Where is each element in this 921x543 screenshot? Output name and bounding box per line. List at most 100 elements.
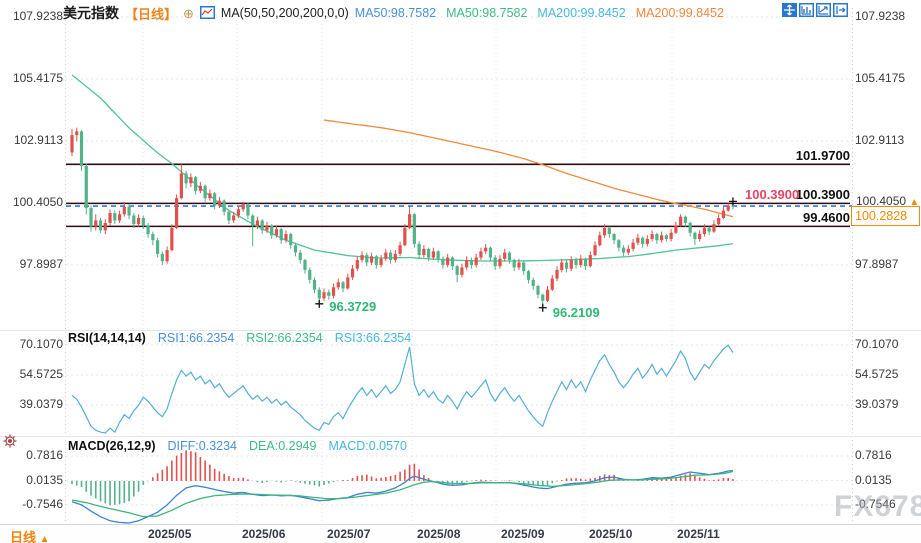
candle-body [146, 225, 149, 234]
ma-value-label: MA200:99.8452 [636, 6, 724, 20]
candle-body [356, 260, 359, 269]
price-axis-label-right: 105.4175 [855, 71, 915, 85]
macd-axis-label-left: 0.0135 [6, 473, 63, 487]
candle-body [684, 217, 687, 223]
zoom-in-chart-icon[interactable] [799, 3, 814, 17]
candle-body [132, 215, 135, 224]
candle-body [503, 253, 506, 259]
candle-body [674, 225, 677, 232]
candle-body [289, 234, 292, 245]
candle-body [456, 266, 459, 275]
candle-body [418, 244, 421, 255]
candle-body [142, 218, 145, 225]
candle-body [651, 234, 654, 239]
candle-body [617, 240, 620, 247]
candle-body [593, 245, 596, 255]
rsi-value-label: RSI3:66.2354 [335, 331, 411, 345]
rsi-title[interactable]: RSI(14,14,14) [68, 331, 146, 345]
candle-body [113, 213, 116, 220]
candle-body [75, 131, 78, 135]
candle-body [227, 212, 230, 221]
macd-title[interactable]: MACD(26,12,9) [68, 439, 156, 453]
candle-body [546, 290, 549, 301]
candle-body [204, 186, 207, 198]
candle-body [565, 262, 568, 268]
candle-body [246, 204, 249, 215]
candle-body [722, 211, 725, 218]
candle-body [194, 177, 197, 191]
candle-body [360, 255, 363, 260]
candle-body [127, 207, 130, 216]
candle-body [313, 280, 316, 290]
candle-body [284, 234, 287, 240]
candle-body [89, 208, 92, 227]
candle-body [170, 228, 173, 250]
macd-axis-label-right: 0.0135 [855, 473, 915, 487]
candle-body [99, 220, 102, 230]
candle-body [479, 251, 482, 257]
candle-body [612, 234, 615, 240]
candle-body [498, 259, 501, 266]
candle-body [327, 292, 330, 296]
chart-toolbar [782, 3, 848, 17]
macd-values: DIFF:0.3234DEA:0.2949MACD:0.0570 [168, 439, 407, 453]
candle-body [384, 253, 387, 259]
macd-header: MACD(26,12,9) DIFF:0.3234DEA:0.2949MACD:… [68, 439, 407, 453]
ma-value-label: MA50:98.7582 [446, 6, 527, 20]
chart-window: 美元指数 【日线】 ⊕ MA(50,50,200,200,0,0) MA50:9… [0, 0, 921, 543]
x-axis-month-label: 2025/06 [242, 527, 285, 541]
candle-body [603, 228, 606, 235]
x-axis-month-label: 2025/07 [327, 527, 370, 541]
candle-body [641, 238, 644, 244]
move-crosshair-icon[interactable] [782, 3, 797, 17]
macd-value-label: DEA:0.2949 [249, 439, 316, 453]
watermark: FX678 [834, 490, 921, 524]
candle-body [422, 249, 425, 255]
level-price-label: 99.4600 [740, 210, 850, 225]
rsi-axis-label-left: 70.1070 [6, 337, 63, 351]
chart-type-icon[interactable] [200, 6, 215, 20]
candle-body [484, 248, 487, 252]
candle-body [70, 135, 73, 152]
candle-body [470, 260, 473, 265]
candle-body [432, 251, 435, 257]
chart-canvas[interactable] [0, 0, 921, 543]
macd-value-label: DIFF:0.3234 [168, 439, 237, 453]
add-indicator-icon[interactable]: ⊕ [183, 7, 194, 20]
price-axis-label-left: 100.4050 [6, 195, 63, 209]
zoom-out-chart-icon[interactable] [816, 3, 831, 17]
price-axis-label-left: 97.8987 [6, 257, 63, 271]
candle-body [703, 228, 706, 234]
candle-body [598, 235, 601, 245]
candle-body [451, 258, 454, 267]
candle-body [527, 271, 530, 280]
candle-body [513, 260, 516, 267]
low-annotation: 96.2109 [553, 305, 600, 320]
ma-value-label: MA200:99.8452 [537, 6, 625, 20]
candle-body [351, 269, 354, 278]
candle-body [579, 259, 582, 265]
collapse-panel-icon[interactable] [833, 3, 848, 17]
x-axis-month-label: 2025/09 [501, 527, 544, 541]
macd-axis-label-left: 0.7816 [6, 448, 63, 462]
candle-body [161, 254, 164, 261]
candle-body [265, 225, 268, 230]
candle-body [717, 218, 720, 224]
period-selector-button[interactable]: 日线 ▲ [10, 527, 50, 543]
candle-body [631, 243, 634, 249]
candle-body [394, 254, 397, 260]
candle-body [689, 223, 692, 233]
candle-body [475, 258, 478, 265]
rsi-header: RSI(14,14,14) RSI1:66.2354RSI2:66.2354RS… [68, 331, 411, 345]
price-axis-label-left: 107.9238 [6, 9, 63, 23]
candle-body [413, 214, 416, 244]
caret-up-icon: ▲ [40, 534, 50, 543]
candle-body [237, 209, 240, 215]
candle-body [560, 262, 563, 269]
candle-body [408, 214, 411, 228]
level-price-label: 101.9700 [740, 148, 850, 163]
candle-body [337, 282, 340, 287]
ma-settings-label[interactable]: MA(50,50,200,200,0,0) [221, 6, 349, 20]
rsi-axis-label-right: 54.5725 [855, 367, 915, 381]
price-axis-label-left: 102.9113 [6, 133, 63, 147]
